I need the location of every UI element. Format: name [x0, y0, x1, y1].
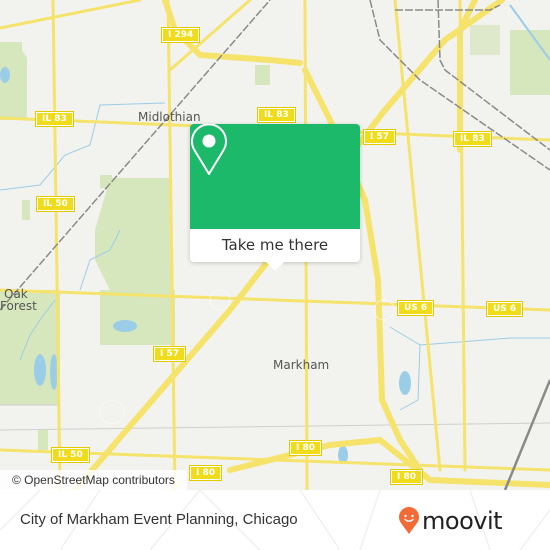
park-area	[100, 290, 175, 345]
park-area	[100, 175, 112, 188]
railway	[503, 379, 550, 490]
park-area	[22, 200, 30, 220]
lake	[34, 354, 46, 386]
park-area	[255, 65, 270, 85]
location-popup[interactable]: Take me there	[190, 124, 360, 271]
moovit-pin-icon	[399, 507, 419, 534]
moovit-logo[interactable]: moovit	[398, 506, 503, 536]
road	[0, 288, 550, 312]
take-me-there-button[interactable]: Take me there	[190, 229, 360, 262]
lake	[0, 67, 10, 83]
park-area	[470, 25, 500, 55]
place-label-forest: Forest	[0, 299, 37, 313]
popup-header[interactable]	[190, 124, 360, 229]
road-shield-il50: IL 50	[36, 196, 75, 212]
map[interactable]: Midlothian Oak Forest Markham I 294 IL 8…	[0, 0, 550, 490]
moovit-wordmark: moovit	[422, 507, 503, 535]
map-pin-icon	[191, 124, 227, 175]
road-shield-il83: IL 83	[35, 111, 74, 127]
road-shield-il83: IL 83	[257, 107, 296, 123]
road	[0, 0, 142, 30]
place-label-midlothian: Midlothian	[138, 110, 201, 124]
place-label-markham: Markham	[273, 358, 330, 372]
park-area	[38, 430, 48, 450]
park-area	[95, 178, 172, 290]
map-attribution[interactable]: © OpenStreetMap contributors	[0, 470, 187, 490]
place-title: City of Markham Event Planning, Chicago	[20, 511, 298, 528]
popup-pointer	[265, 261, 285, 271]
road-shield-us6: US 6	[396, 300, 435, 316]
road-shield-i80: I 80	[389, 469, 424, 485]
lake	[399, 371, 411, 395]
road-shield-i294: I 294	[160, 27, 201, 43]
highway-i80	[227, 436, 550, 488]
road-shield-i80: I 80	[188, 465, 223, 481]
park-area	[510, 30, 550, 95]
stream	[389, 326, 550, 346]
lake	[113, 320, 137, 332]
footer: City of Markham Event Planning, Chicago …	[0, 490, 550, 550]
road-shield-i57: I 57	[362, 129, 397, 145]
road-shield-i57: I 57	[152, 346, 187, 362]
road-shield-il83: IL 83	[453, 131, 492, 147]
road-shield-i80: I 80	[288, 440, 323, 456]
road-shield-il50: IL 50	[51, 447, 90, 463]
road-shield-us6: US 6	[485, 301, 524, 317]
